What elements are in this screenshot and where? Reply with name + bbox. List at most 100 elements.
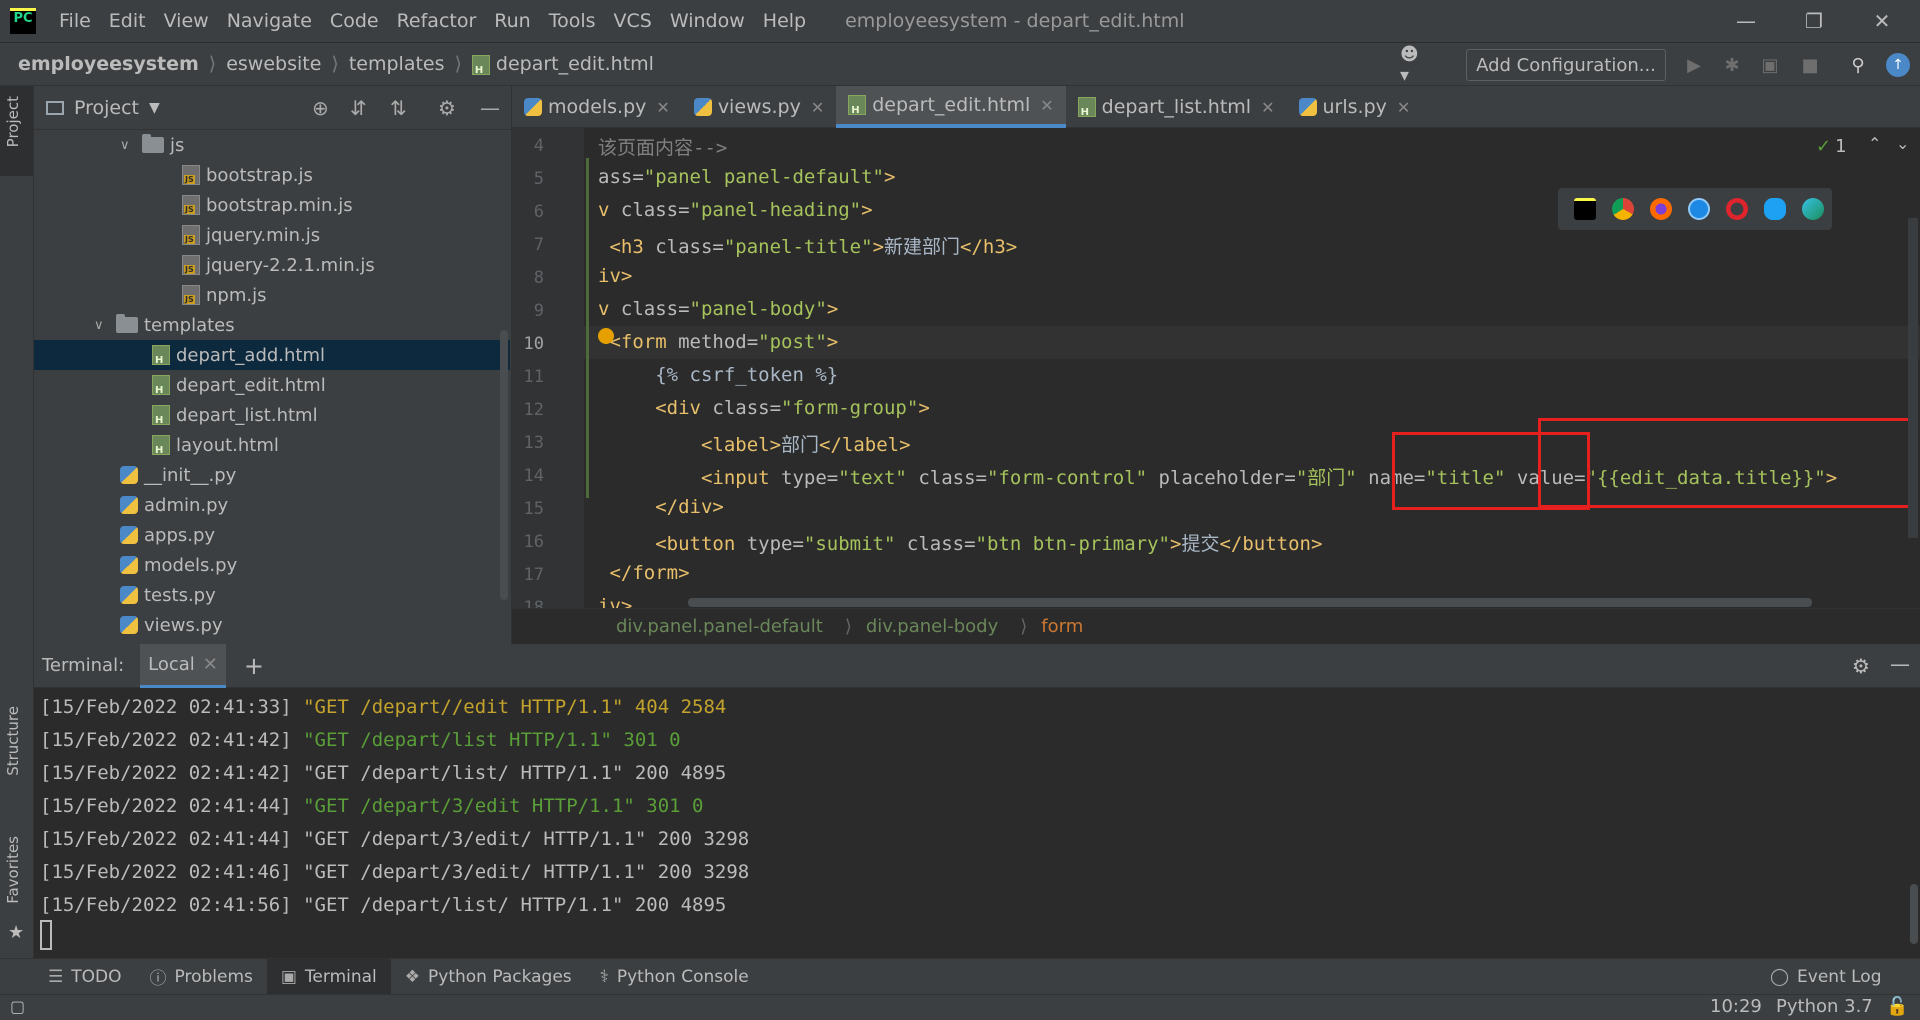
code-crumb-body[interactable]: div.panel-body bbox=[866, 616, 998, 637]
add-configuration-button[interactable]: Add Configuration... bbox=[1466, 49, 1666, 81]
terminal-tab-local[interactable]: Local ✕ bbox=[140, 643, 226, 688]
chevron-down-icon[interactable]: ∨ bbox=[94, 318, 108, 333]
tree-item[interactable]: apps.py bbox=[34, 520, 510, 550]
tool-window-python-packages[interactable]: ❖ Python Packages bbox=[391, 959, 586, 995]
menu-run[interactable]: Run bbox=[485, 10, 539, 32]
safari-icon[interactable] bbox=[1688, 198, 1710, 220]
menu-window[interactable]: Window bbox=[661, 10, 754, 32]
project-view-selector[interactable]: Project bbox=[74, 97, 139, 119]
tree-item[interactable]: bootstrap.min.js bbox=[34, 190, 510, 220]
editor-tab[interactable]: models.py ✕ bbox=[512, 86, 682, 128]
previous-highlight-icon[interactable]: ⌃ bbox=[1868, 134, 1881, 153]
favorites-tool-tab[interactable]: Favorites bbox=[0, 836, 33, 936]
menu-file[interactable]: File bbox=[50, 10, 100, 32]
menu-vcs[interactable]: VCS bbox=[605, 10, 661, 32]
chevron-down-icon[interactable]: ▼ bbox=[149, 100, 160, 116]
minimize-button[interactable]: — bbox=[1716, 0, 1776, 42]
tree-item[interactable]: ∨ templates bbox=[34, 310, 510, 340]
close-icon[interactable]: ✕ bbox=[203, 654, 218, 675]
tree-item[interactable]: npm.js bbox=[34, 280, 510, 310]
menu-help[interactable]: Help bbox=[754, 10, 815, 32]
tree-scrollbar[interactable] bbox=[500, 330, 508, 600]
gear-icon[interactable]: ⚙ bbox=[1852, 654, 1870, 678]
editor-tab[interactable]: urls.py ✕ bbox=[1287, 86, 1423, 128]
firefox-icon[interactable] bbox=[1650, 198, 1672, 220]
menu-navigate[interactable]: Navigate bbox=[218, 10, 321, 32]
tree-item[interactable]: jquery.min.js bbox=[34, 220, 510, 250]
code-crumb-form[interactable]: form bbox=[1041, 616, 1083, 637]
tree-item[interactable]: models.py bbox=[34, 550, 510, 580]
editor-tab[interactable]: depart_list.html ✕ bbox=[1066, 86, 1287, 128]
close-icon[interactable]: ✕ bbox=[1397, 98, 1410, 117]
menu-edit[interactable]: Edit bbox=[100, 10, 155, 32]
close-window-button[interactable]: ✕ bbox=[1852, 0, 1912, 42]
gear-icon[interactable]: ⚙ bbox=[438, 96, 456, 120]
edge-icon[interactable] bbox=[1802, 198, 1824, 220]
tree-item[interactable]: tests.py bbox=[34, 580, 510, 610]
structure-tool-tab[interactable]: Structure bbox=[0, 706, 33, 816]
tree-item[interactable]: __init__.py bbox=[34, 460, 510, 490]
run-icon[interactable]: ▶ bbox=[1682, 53, 1706, 77]
hide-panel-icon[interactable]: — bbox=[480, 96, 500, 120]
lightbulb-icon[interactable] bbox=[598, 328, 614, 344]
expand-all-icon[interactable]: ⇵ bbox=[350, 96, 367, 120]
python-file-icon bbox=[120, 556, 138, 574]
event-log-button[interactable]: ◯ Event Log bbox=[1756, 959, 1896, 995]
update-icon[interactable]: ↑ bbox=[1886, 53, 1910, 77]
collapse-all-icon[interactable]: ⇅ bbox=[390, 96, 407, 120]
code-crumb-panel[interactable]: div.panel.panel-default bbox=[616, 616, 823, 637]
tool-window-python-console[interactable]: ⚕ Python Console bbox=[586, 959, 763, 995]
close-icon[interactable]: ✕ bbox=[656, 98, 669, 117]
tree-item[interactable]: depart_add.html bbox=[34, 340, 510, 370]
restore-button[interactable]: ❐ bbox=[1784, 0, 1844, 42]
lock-icon[interactable]: 🔓 bbox=[1886, 996, 1908, 1017]
add-terminal-icon[interactable]: + bbox=[244, 652, 264, 680]
breadcrumb-file[interactable]: depart_edit.html bbox=[462, 53, 654, 76]
layout-toggle-icon[interactable]: ▢ bbox=[10, 997, 25, 1016]
tree-item[interactable]: depart_edit.html bbox=[34, 370, 510, 400]
close-icon[interactable]: ✕ bbox=[811, 98, 824, 117]
pycharm-icon[interactable] bbox=[1574, 198, 1596, 220]
editor-tab[interactable]: views.py ✕ bbox=[682, 86, 836, 128]
tree-item[interactable]: ∨ js bbox=[34, 130, 510, 160]
tree-item[interactable]: layout.html bbox=[34, 430, 510, 460]
tree-item[interactable]: bootstrap.js bbox=[34, 160, 510, 190]
inspection-check-icon[interactable]: ✓ 1 bbox=[1816, 136, 1847, 157]
hide-panel-icon[interactable]: — bbox=[1890, 652, 1910, 676]
tool-window-todo[interactable]: ☰ TODO bbox=[34, 959, 136, 995]
project-tool-tab[interactable]: Project bbox=[0, 86, 33, 176]
menu-tools[interactable]: Tools bbox=[540, 10, 605, 32]
stop-icon[interactable]: ■ bbox=[1798, 53, 1822, 77]
close-icon[interactable]: ✕ bbox=[1040, 96, 1053, 115]
search-icon[interactable]: ⚲ bbox=[1846, 53, 1870, 77]
vertical-scrollbar[interactable] bbox=[1908, 218, 1918, 538]
breadcrumb-project[interactable]: employeesystem bbox=[0, 53, 199, 75]
chrome-icon[interactable] bbox=[1612, 198, 1634, 220]
terminal-scrollbar[interactable] bbox=[1910, 884, 1918, 944]
menu-view[interactable]: View bbox=[155, 10, 218, 32]
tree-item[interactable]: admin.py bbox=[34, 490, 510, 520]
breadcrumb-folder[interactable]: templates bbox=[339, 53, 445, 75]
next-highlight-icon[interactable]: ⌄ bbox=[1896, 134, 1909, 153]
caret-position[interactable]: 10:29 bbox=[1710, 996, 1762, 1017]
menu-code[interactable]: Code bbox=[321, 10, 388, 32]
locate-icon[interactable]: ⊕ bbox=[312, 96, 329, 120]
tool-window-terminal[interactable]: ▣ Terminal bbox=[266, 958, 391, 995]
editor-tab[interactable]: depart_edit.html ✕ bbox=[836, 86, 1066, 128]
breadcrumb-package[interactable]: eswebsite bbox=[216, 53, 321, 75]
coverage-icon[interactable]: ▣ bbox=[1758, 53, 1782, 77]
horizontal-scrollbar[interactable] bbox=[688, 598, 1812, 607]
menu-refactor[interactable]: Refactor bbox=[388, 10, 486, 32]
project-view-icon bbox=[46, 100, 64, 115]
close-icon[interactable]: ✕ bbox=[1261, 98, 1274, 117]
ie-icon[interactable] bbox=[1764, 198, 1786, 220]
user-icon[interactable]: ☻▾ bbox=[1400, 44, 1424, 86]
tool-window-problems[interactable]: ⓘ Problems bbox=[136, 959, 267, 995]
tree-item[interactable]: depart_list.html bbox=[34, 400, 510, 430]
tree-item[interactable]: jquery-2.2.1.min.js bbox=[34, 250, 510, 280]
chevron-down-icon[interactable]: ∨ bbox=[120, 138, 134, 153]
opera-icon[interactable] bbox=[1726, 198, 1748, 220]
debug-icon[interactable]: ✱ bbox=[1720, 53, 1744, 77]
tree-item[interactable]: views.py bbox=[34, 610, 510, 640]
python-interpreter[interactable]: Python 3.7 bbox=[1776, 996, 1873, 1017]
